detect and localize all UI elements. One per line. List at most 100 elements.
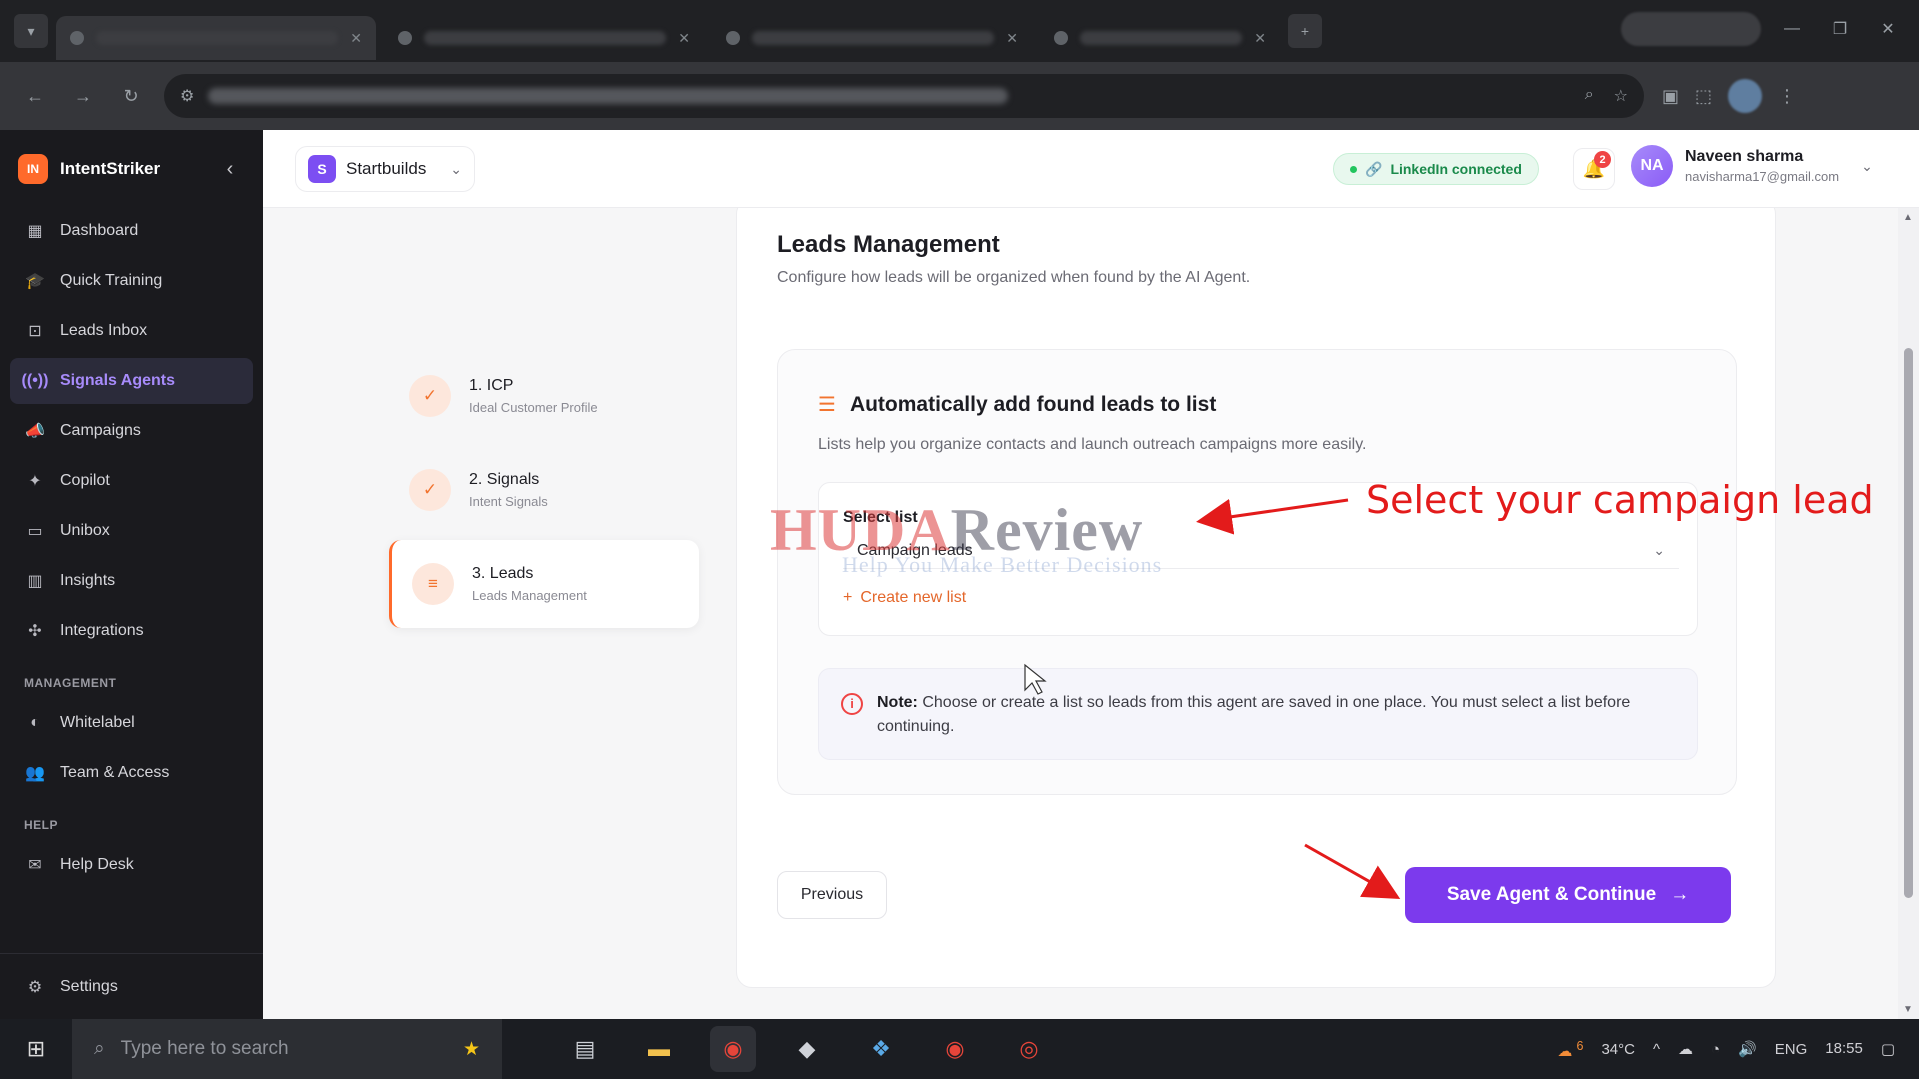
windows-taskbar: ⊞ ⌕ Type here to search ★ ▤ ▬ ◉ ◆ ❖ ◉ ◎ … (0, 1019, 1919, 1079)
info-icon: i (841, 693, 863, 715)
browser-tab-2[interactable]: ✕ (384, 16, 704, 60)
reload-icon[interactable]: ↻ (116, 81, 146, 111)
back-arrow-icon[interactable]: ← (20, 81, 50, 111)
brand-name: IntentStriker (60, 159, 161, 178)
taskbar-search[interactable]: ⌕ Type here to search ★ (72, 1019, 502, 1079)
collapse-sidebar-chevron-left-icon[interactable]: ‹ (215, 154, 245, 184)
main-content: ✓ 1. ICP Ideal Customer Profile ✓ 2. Sig… (263, 208, 1893, 1019)
sidebar-item-dashboard[interactable]: ▦ Dashboard (10, 208, 253, 254)
weather-star-icon: ★ (462, 1038, 480, 1060)
browser-profile-chip[interactable] (1621, 12, 1761, 46)
notification-center-icon[interactable]: ▢ (1881, 1040, 1895, 1058)
browser-tab-4[interactable]: ✕ (1040, 16, 1280, 60)
sidebar-item-label: Quick Training (60, 272, 163, 289)
step-icp[interactable]: ✓ 1. ICP Ideal Customer Profile (389, 352, 699, 440)
radio-signal-icon: ((•)) (21, 372, 49, 389)
close-icon[interactable]: ✕ (1006, 30, 1018, 47)
sidebar-item-whitelabel[interactable]: ◐ Whitelabel (10, 700, 253, 746)
volume-icon[interactable]: 🔊 (1738, 1040, 1757, 1058)
arrow-right-icon: → (1670, 884, 1690, 905)
step-leads[interactable]: ≡ 3. Leads Leads Management (389, 540, 699, 628)
network-icon[interactable]: ◔ (1711, 1041, 1720, 1058)
sidebar-item-copilot[interactable]: ✦ Copilot (10, 458, 253, 504)
language-indicator[interactable]: ENG (1775, 1041, 1808, 1058)
page-title: Leads Management (777, 231, 1000, 258)
profile-avatar-icon[interactable] (1728, 79, 1763, 113)
sidebar-item-signals-agents[interactable]: ((•)) Signals Agents (10, 358, 253, 404)
clock[interactable]: 18:55 (1825, 1040, 1863, 1058)
site-info-icon[interactable]: ⚙ (180, 86, 194, 106)
chevron-up-icon[interactable]: ^ (1653, 1041, 1660, 1058)
file-explorer-icon[interactable]: ▬ (636, 1026, 682, 1072)
close-icon[interactable]: ✕ (350, 30, 362, 47)
help-nav: ✉ Help Desk (0, 842, 263, 888)
save-agent-continue-button[interactable]: Save Agent & Continue → (1405, 867, 1731, 923)
management-nav: ◐ Whitelabel 👥 Team & Access (0, 700, 263, 796)
linkedin-status-badge: 🔗 LinkedIn connected (1333, 153, 1539, 185)
cloud-icon[interactable]: ☁ (1678, 1040, 1693, 1058)
zoom-search-icon[interactable]: ⌕ (1585, 86, 1594, 106)
workspace-switcher[interactable]: S Startbuilds ⌄ (295, 146, 475, 192)
step-text: 3. Leads Leads Management (472, 565, 587, 603)
sidebar-item-help-desk[interactable]: ✉ Help Desk (10, 842, 253, 888)
tab-search-icon[interactable]: ▾ (14, 14, 48, 48)
step-title: 1. ICP (469, 377, 514, 394)
minimize-icon[interactable]: — (1775, 14, 1809, 44)
sidebar-item-team-access[interactable]: 👥 Team & Access (10, 750, 253, 796)
list-add-icon: ☰ (818, 394, 836, 416)
mail-icon: ✉ (28, 857, 42, 874)
step-text: 1. ICP Ideal Customer Profile (469, 377, 598, 415)
scrollbar-thumb[interactable] (1904, 348, 1913, 898)
scroll-down-icon[interactable]: ▼ (1903, 1004, 1913, 1015)
sidebar-item-campaigns[interactable]: 📣 Campaigns (10, 408, 253, 454)
task-view-icon[interactable]: ▤ (562, 1026, 608, 1072)
address-bar[interactable]: ⚙ ⌕ ☆ (164, 74, 1644, 118)
more-menu-icon[interactable]: ⋮ (1778, 86, 1796, 107)
search-icon: ⌕ (94, 1038, 105, 1059)
close-icon[interactable]: ✕ (678, 30, 690, 47)
sidebar-item-leads-inbox[interactable]: ⊡ Leads Inbox (10, 308, 253, 354)
step-subtitle: Ideal Customer Profile (469, 400, 598, 415)
browser-tab-3[interactable]: ✕ (712, 16, 1032, 60)
weather-icon[interactable]: ☁ 6 (1557, 1039, 1583, 1060)
chevron-down-icon: ⌄ (1653, 542, 1665, 558)
weather-badge: 6 (1576, 1038, 1584, 1053)
user-menu[interactable]: NA Naveen sharma navisharma17@gmail.com … (1631, 145, 1873, 187)
sidebar-item-insights[interactable]: ▥ Insights (10, 558, 253, 604)
maximize-icon[interactable]: ❐ (1823, 14, 1857, 44)
app-icon[interactable]: ◆ (784, 1026, 830, 1072)
chat-icon: ▭ (27, 523, 43, 540)
step-signals[interactable]: ✓ 2. Signals Intent Signals (389, 446, 699, 534)
previous-button[interactable]: Previous (777, 871, 887, 919)
windows-start-icon[interactable]: ⊞ (0, 1019, 72, 1079)
chrome-icon[interactable]: ◉ (710, 1026, 756, 1072)
close-window-icon[interactable]: ✕ (1871, 14, 1905, 44)
taskbar-apps: ▤ ▬ ◉ ◆ ❖ ◉ ◎ (562, 1026, 1052, 1072)
recorder-icon[interactable]: ◎ (1006, 1026, 1052, 1072)
checkmark-icon: ✓ (409, 469, 451, 511)
new-tab-icon[interactable]: + (1288, 14, 1322, 48)
notifications-button[interactable]: 🔔 2 (1573, 148, 1615, 190)
sidebar-item-settings[interactable]: ⚙ Settings (10, 964, 253, 1010)
sidebar-item-quick-training[interactable]: 🎓 Quick Training (10, 258, 253, 304)
chrome-profile-icon[interactable]: ◉ (932, 1026, 978, 1072)
create-new-list-link[interactable]: + Create new list (843, 589, 966, 607)
vscode-icon[interactable]: ❖ (858, 1026, 904, 1072)
tab-favicon-icon (398, 31, 412, 45)
sidebar-item-label: Integrations (60, 622, 144, 639)
forward-arrow-icon[interactable]: → (68, 81, 98, 111)
watermark-tagline: Help You Make Better Decisions (842, 552, 1163, 577)
scroll-up-icon[interactable]: ▲ (1903, 212, 1913, 223)
downloads-icon[interactable]: ⬚ (1695, 86, 1712, 107)
workspace-badge: S (308, 155, 336, 183)
sidebar-item-unibox[interactable]: ▭ Unibox (10, 508, 253, 554)
plus-icon: + (843, 589, 853, 606)
extension-icon[interactable]: ▣ (1662, 86, 1679, 107)
browser-tab-1[interactable]: ✕ (56, 16, 376, 60)
sidebar-item-integrations[interactable]: ✣ Integrations (10, 608, 253, 654)
close-icon[interactable]: ✕ (1254, 30, 1266, 47)
page-scrollbar[interactable]: ▲ ▼ (1898, 208, 1919, 1019)
bookmark-star-icon[interactable]: ☆ (1614, 86, 1628, 106)
megaphone-icon: 📣 (25, 423, 45, 440)
sidebar-item-label: Leads Inbox (60, 322, 148, 339)
